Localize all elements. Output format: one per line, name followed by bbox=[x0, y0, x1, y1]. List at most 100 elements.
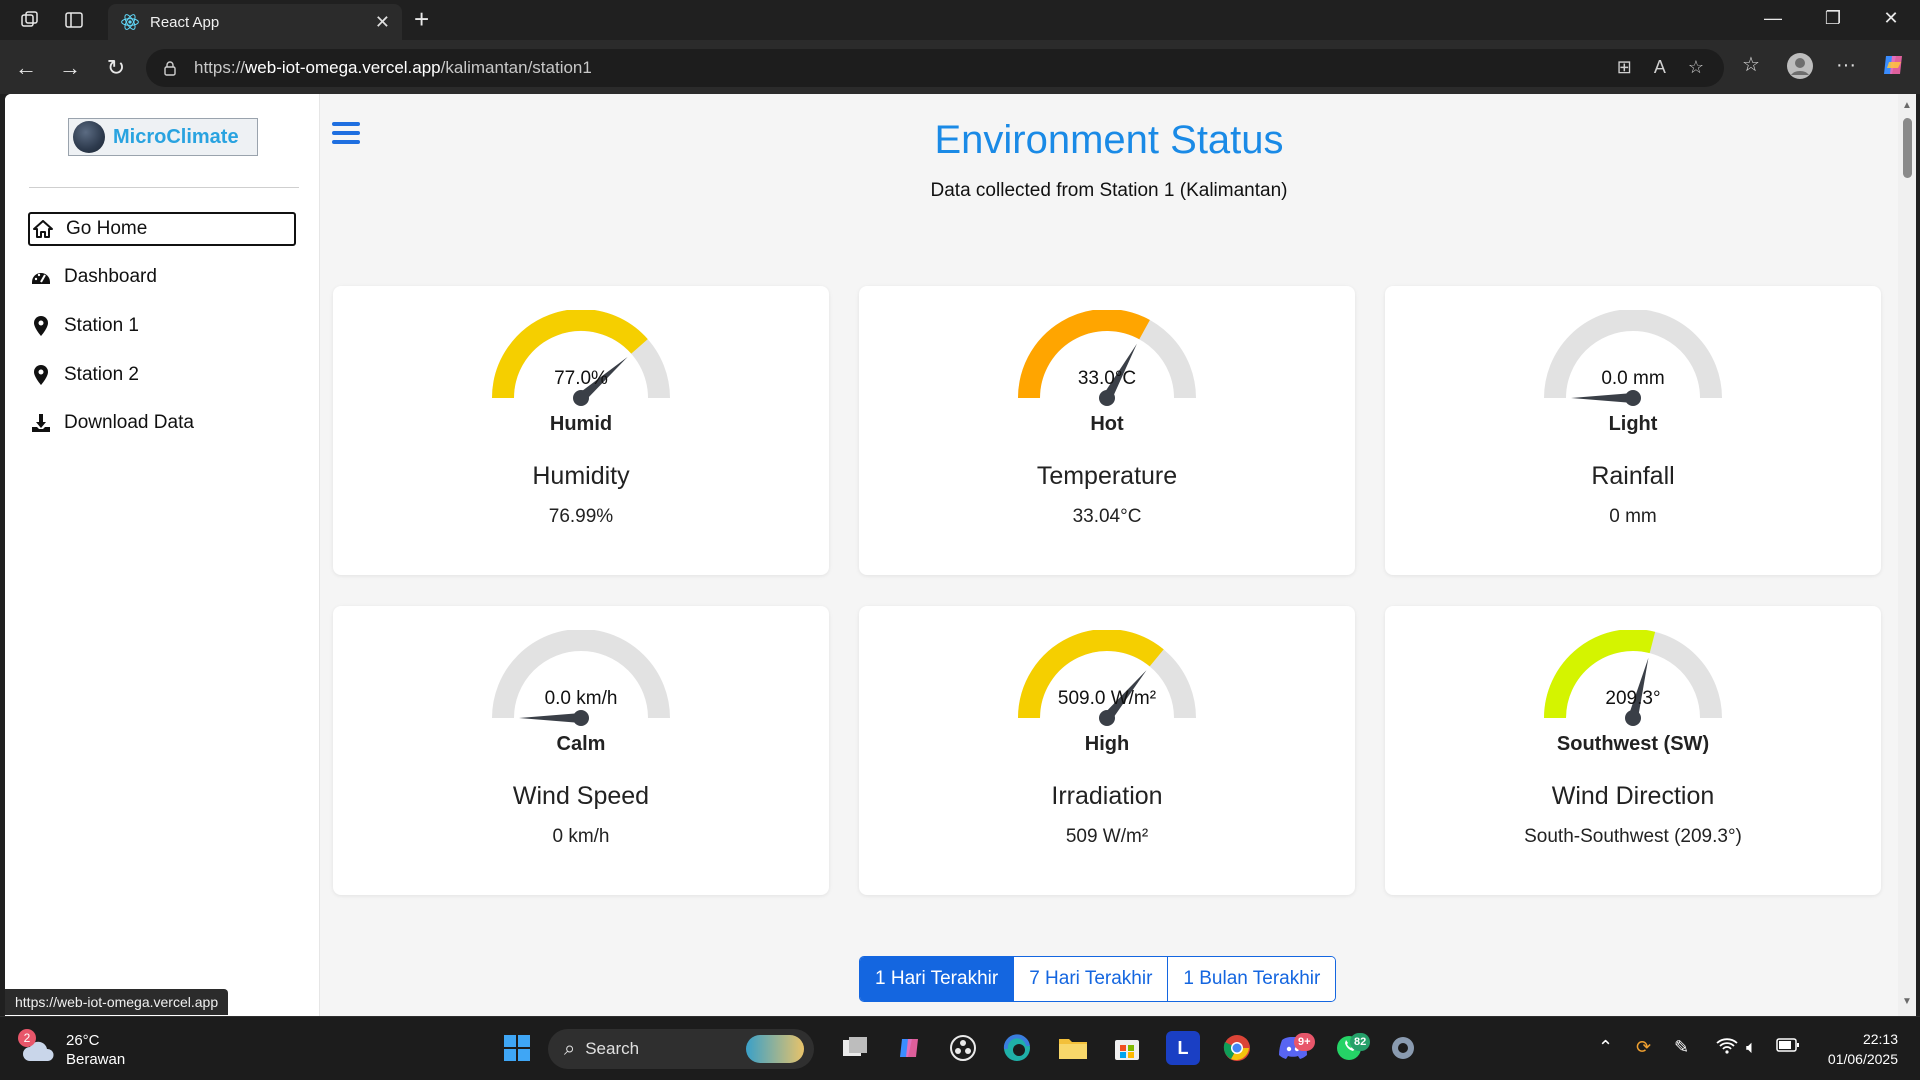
taskbar: 2 26°C Berawan ⌕ Search L 9+ 82 ⌃ ⟳ ✎ 🔈︎… bbox=[0, 1016, 1920, 1080]
sync-icon[interactable]: ⟳ bbox=[1636, 1037, 1651, 1058]
browser-tab[interactable]: React App ✕ bbox=[108, 4, 402, 40]
range-7-days-button[interactable]: 7 Hari Terakhir bbox=[1013, 957, 1168, 1001]
discord-badge: 9+ bbox=[1294, 1033, 1315, 1051]
scroll-down-icon[interactable]: ▼ bbox=[1902, 996, 1912, 1007]
task-view-icon[interactable] bbox=[838, 1031, 872, 1065]
gauge-status-label: Hot bbox=[1090, 413, 1124, 435]
humidity-gauge bbox=[492, 310, 670, 406]
more-menu-icon[interactable]: ··· bbox=[1836, 54, 1856, 77]
pen-icon[interactable]: ✎ bbox=[1674, 1037, 1689, 1058]
tray-overflow-icon[interactable]: ⌃ bbox=[1598, 1037, 1613, 1058]
back-icon[interactable]: ← bbox=[12, 54, 40, 82]
whatsapp-icon[interactable]: 82 bbox=[1332, 1031, 1371, 1065]
temperature-gauge bbox=[1018, 310, 1196, 406]
refresh-icon[interactable]: ↻ bbox=[102, 54, 130, 82]
gauge-value-label: 33.0°C bbox=[1077, 368, 1137, 389]
gauge-hub bbox=[1625, 710, 1641, 726]
card-title: Wind Speed bbox=[512, 782, 650, 810]
sidebar-item-dashboard[interactable]: Dashboard bbox=[28, 260, 296, 294]
minimize-icon[interactable]: — bbox=[1758, 8, 1788, 29]
restore-icon[interactable]: ❐ bbox=[1818, 8, 1848, 29]
card-title: Humidity bbox=[532, 462, 630, 490]
cloud-icon: 2 bbox=[18, 1029, 56, 1063]
wifi-icon[interactable] bbox=[1716, 1037, 1738, 1060]
favorites-icon[interactable]: ☆ bbox=[1742, 52, 1760, 77]
lock-icon[interactable] bbox=[162, 60, 178, 76]
microclimate-logo[interactable]: MicroClimate bbox=[68, 118, 258, 156]
weather-badge: 2 bbox=[18, 1029, 36, 1047]
card-rainfall: 0.0 mm Light Rainfall 0 mm bbox=[1385, 286, 1881, 575]
gauge-needle bbox=[1571, 393, 1633, 403]
gauge-hub bbox=[573, 390, 589, 406]
search-highlight-icon bbox=[746, 1035, 804, 1063]
card-wind-speed: 0.0 km/h Calm Wind Speed 0 km/h bbox=[333, 606, 829, 895]
microsoft-store-icon[interactable] bbox=[1110, 1031, 1144, 1065]
card-value: 0 km/h bbox=[552, 826, 610, 847]
card-title: Rainfall bbox=[1591, 462, 1675, 490]
page-viewport: MicroClimate Go Home Dashboard Station 1 bbox=[5, 94, 1898, 1016]
vertical-tabs-icon[interactable] bbox=[62, 8, 86, 32]
workspaces-icon[interactable] bbox=[18, 8, 42, 32]
card-temperature: 33.0°C Hot Temperature 33.04°C bbox=[859, 286, 1355, 575]
sidebar-item-station-1[interactable]: Station 1 bbox=[28, 309, 296, 343]
scroll-up-icon[interactable]: ▲ bbox=[1902, 100, 1912, 111]
tab-close-icon[interactable]: ✕ bbox=[375, 12, 390, 33]
gauge-status-label: Calm bbox=[556, 733, 606, 755]
weather-widget[interactable]: 2 26°C Berawan bbox=[18, 1029, 125, 1069]
gauge-status-label: High bbox=[1084, 733, 1130, 755]
gauge-value-label: 209.3° bbox=[1605, 688, 1661, 709]
gauge-hub bbox=[573, 710, 589, 726]
battery-icon[interactable] bbox=[1776, 1037, 1800, 1058]
url-text: https://web-iot-omega.vercel.app/kaliman… bbox=[194, 58, 592, 77]
page-subtitle: Data collected from Station 1 (Kalimanta… bbox=[930, 180, 1288, 201]
card-wind-direction: 209.3° Southwest (SW) Wind Direction Sou… bbox=[1385, 606, 1881, 895]
location-pin-icon bbox=[30, 364, 52, 386]
obs-icon[interactable] bbox=[946, 1031, 980, 1065]
whatsapp-badge: 82 bbox=[1350, 1033, 1371, 1051]
gauge-value-label: 509.0 W/m² bbox=[1057, 688, 1157, 709]
browser-navbar: ← → ↻ https://web-iot-omega.vercel.app/k… bbox=[0, 40, 1920, 94]
wind-direction-gauge bbox=[1544, 630, 1722, 726]
scroll-thumb[interactable] bbox=[1903, 118, 1912, 178]
copilot-icon[interactable] bbox=[1880, 52, 1906, 78]
chrome-icon[interactable] bbox=[1220, 1031, 1254, 1065]
system-clock[interactable]: 22:13 01/06/2025 bbox=[1808, 1029, 1898, 1069]
card-value: South-Southwest (209.3°) bbox=[1524, 826, 1742, 847]
edge-icon[interactable] bbox=[1000, 1031, 1034, 1065]
search-icon: ⌕ bbox=[564, 1037, 576, 1060]
status-bar-url: https://web-iot-omega.vercel.app bbox=[5, 989, 229, 1015]
forward-icon[interactable]: → bbox=[56, 54, 84, 82]
gauge-value-label: 0.0 km/h bbox=[544, 688, 618, 709]
read-aloud-icon[interactable]: A bbox=[1654, 57, 1666, 78]
globe-icon bbox=[73, 121, 105, 153]
card-irradiation: 509.0 W/m² High Irradiation 509 W/m² bbox=[859, 606, 1355, 895]
dashboard-icon bbox=[30, 266, 52, 288]
range-1-day-button[interactable]: 1 Hari Terakhir bbox=[860, 957, 1014, 1001]
card-title: Irradiation bbox=[1051, 782, 1163, 810]
volume-icon[interactable]: 🔈︎ bbox=[1746, 1037, 1757, 1058]
sidebar-item-download-data[interactable]: Download Data bbox=[28, 406, 296, 440]
profile-avatar[interactable] bbox=[1786, 52, 1814, 80]
file-explorer-icon[interactable] bbox=[1056, 1031, 1090, 1065]
home-icon bbox=[32, 218, 54, 240]
app-available-icon[interactable]: ⊞ bbox=[1617, 57, 1632, 78]
new-tab-icon[interactable]: + bbox=[414, 6, 429, 32]
windows-start-icon[interactable] bbox=[500, 1031, 534, 1065]
taskbar-search[interactable]: ⌕ Search bbox=[548, 1029, 814, 1069]
range-1-month-button[interactable]: 1 Bulan Terakhir bbox=[1167, 957, 1336, 1001]
card-value: 509 W/m² bbox=[1065, 826, 1149, 847]
sidebar-item-go-home[interactable]: Go Home bbox=[28, 212, 296, 246]
window-close-icon[interactable]: ✕ bbox=[1876, 8, 1906, 29]
settings-gear-icon[interactable] bbox=[1386, 1031, 1420, 1065]
l-app-icon[interactable]: L bbox=[1166, 1031, 1200, 1065]
browser-titlebar: React App ✕ + — ❐ ✕ bbox=[0, 0, 1920, 40]
address-bar[interactable]: https://web-iot-omega.vercel.app/kaliman… bbox=[146, 49, 1724, 87]
sidebar-item-station-2[interactable]: Station 2 bbox=[28, 358, 296, 392]
discord-icon[interactable]: 9+ bbox=[1276, 1031, 1315, 1065]
favorite-star-icon[interactable]: ☆ bbox=[1688, 57, 1704, 78]
page-scrollbar[interactable]: ▲ ▼ bbox=[1898, 94, 1916, 1016]
sidebar-divider bbox=[29, 187, 299, 188]
copilot-app-icon[interactable] bbox=[892, 1031, 926, 1065]
tab-title: React App bbox=[150, 13, 220, 31]
gauge-value-label: 77.0% bbox=[554, 368, 608, 389]
